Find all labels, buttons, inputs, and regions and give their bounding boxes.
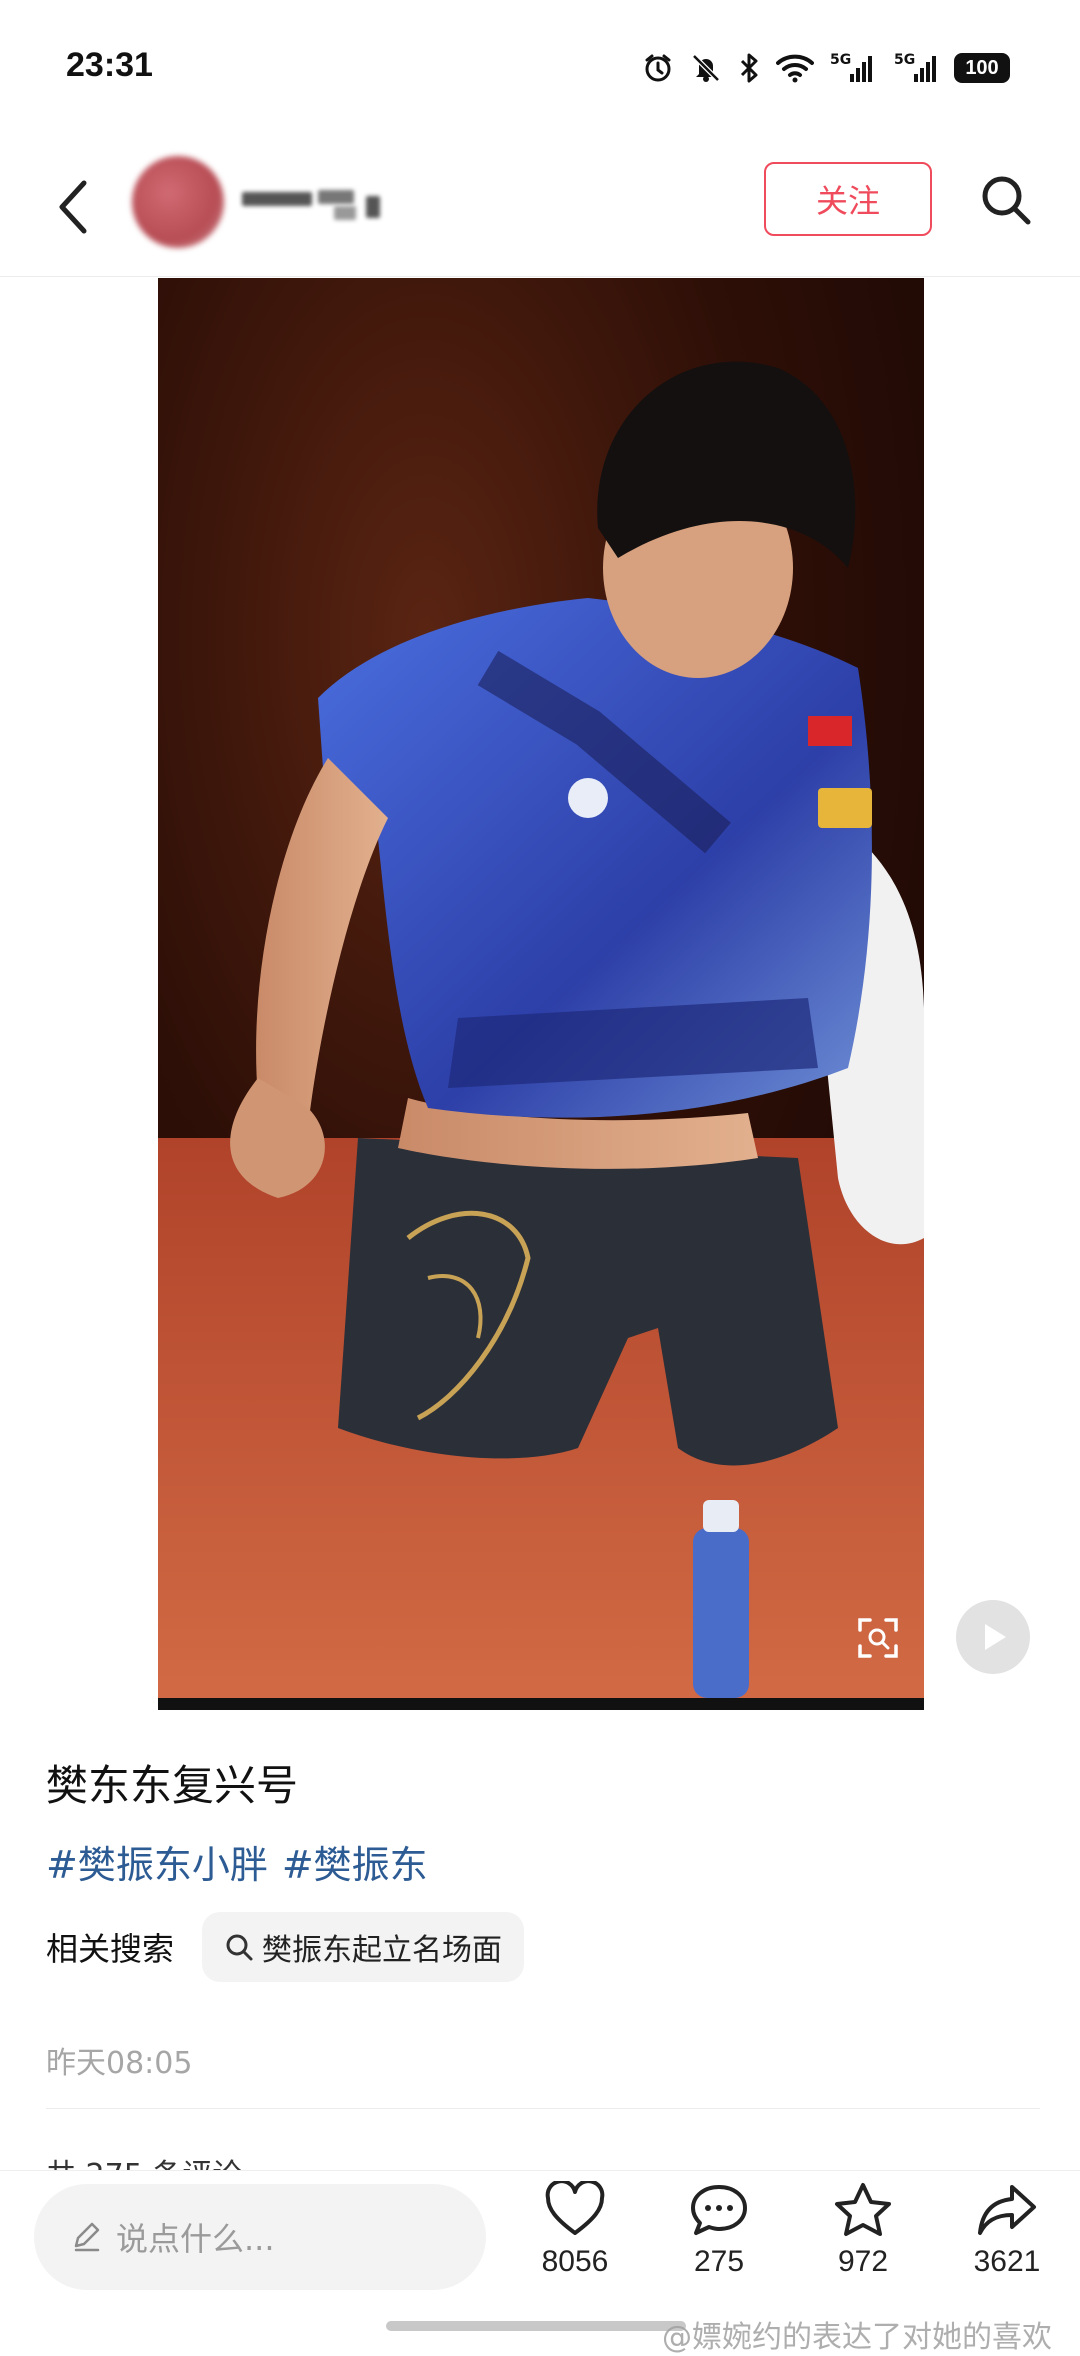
post-image[interactable] bbox=[158, 278, 924, 1710]
comments-count-header: 共 275 条评论 bbox=[46, 2150, 242, 2172]
pencil-icon bbox=[74, 2222, 100, 2252]
home-indicator[interactable] bbox=[386, 2321, 686, 2331]
network-label-2: 5G bbox=[894, 52, 915, 68]
related-search-chip[interactable]: 樊振东起立名场面 bbox=[202, 1912, 525, 1982]
watermark: @嫖婉约的表达了对她的喜欢 bbox=[662, 2312, 1052, 2356]
comment-count: 275 bbox=[693, 2245, 745, 2278]
image-search-button[interactable] bbox=[850, 1610, 906, 1666]
status-time: 23:31 bbox=[66, 46, 153, 84]
battery-icon: 100 bbox=[954, 53, 1010, 83]
scan-icon bbox=[858, 1618, 898, 1658]
post-title: 樊东东复兴号 bbox=[46, 1761, 299, 1810]
share-button[interactable]: 3621 bbox=[952, 2181, 1062, 2279]
athlete-photo bbox=[158, 278, 924, 1710]
top-nav: 关注 bbox=[0, 140, 1080, 277]
mute-icon bbox=[692, 54, 720, 82]
hashtags: #樊振东小胖 #樊振东 bbox=[46, 1834, 428, 1889]
follow-button[interactable]: 关注 bbox=[764, 162, 932, 236]
like-button[interactable]: 8056 bbox=[520, 2181, 630, 2279]
favorite-count: 972 bbox=[837, 2245, 889, 2278]
divider bbox=[46, 2108, 1040, 2109]
bluetooth-icon bbox=[740, 53, 758, 83]
search-button[interactable] bbox=[974, 168, 1038, 232]
chevron-left-icon bbox=[59, 180, 87, 234]
favorite-button[interactable]: 972 bbox=[808, 2181, 918, 2279]
post-timestamp: 昨天08:05 bbox=[46, 2046, 193, 2081]
related-search-query: 樊振东起立名场面 bbox=[262, 1933, 503, 1968]
comment-button[interactable]: 275 bbox=[664, 2181, 774, 2279]
watermark-text: @嫖婉约的表达了对她的喜欢 bbox=[662, 2320, 1052, 2355]
share-arrow-icon bbox=[978, 2185, 1036, 2235]
status-icons: 5G 5G 100 bbox=[642, 48, 1010, 88]
like-count: 8056 bbox=[541, 2245, 609, 2278]
network-label-1: 5G bbox=[830, 52, 851, 68]
search-icon bbox=[226, 1934, 253, 1961]
wifi-icon bbox=[776, 54, 814, 83]
signal-icon: 5G bbox=[894, 52, 936, 82]
avatar[interactable] bbox=[132, 156, 224, 248]
comment-placeholder: 说点什么... bbox=[116, 2220, 275, 2258]
back-button[interactable] bbox=[48, 172, 98, 242]
status-bar: 23:31 5G 5G 100 bbox=[0, 0, 1080, 140]
search-icon bbox=[982, 176, 1031, 225]
hashtag-link[interactable]: #樊振东 bbox=[282, 1834, 428, 1889]
related-searches: 相关搜索 樊振东起立名场面 bbox=[46, 1912, 525, 1982]
play-icon bbox=[985, 1624, 1006, 1650]
alarm-icon bbox=[645, 54, 671, 82]
share-count: 3621 bbox=[973, 2245, 1041, 2278]
hashtag-link[interactable]: #樊振东小胖 bbox=[46, 1834, 268, 1889]
heart-icon bbox=[545, 2181, 605, 2235]
star-icon bbox=[835, 2183, 891, 2236]
comment-input[interactable]: 说点什么... bbox=[34, 2184, 486, 2290]
comment-bubble-icon bbox=[691, 2185, 747, 2235]
play-next-button[interactable] bbox=[956, 1600, 1030, 1674]
related-search-label: 相关搜索 bbox=[46, 1930, 175, 1968]
signal-icon: 5G bbox=[830, 52, 872, 82]
username-blurred[interactable] bbox=[242, 186, 382, 220]
